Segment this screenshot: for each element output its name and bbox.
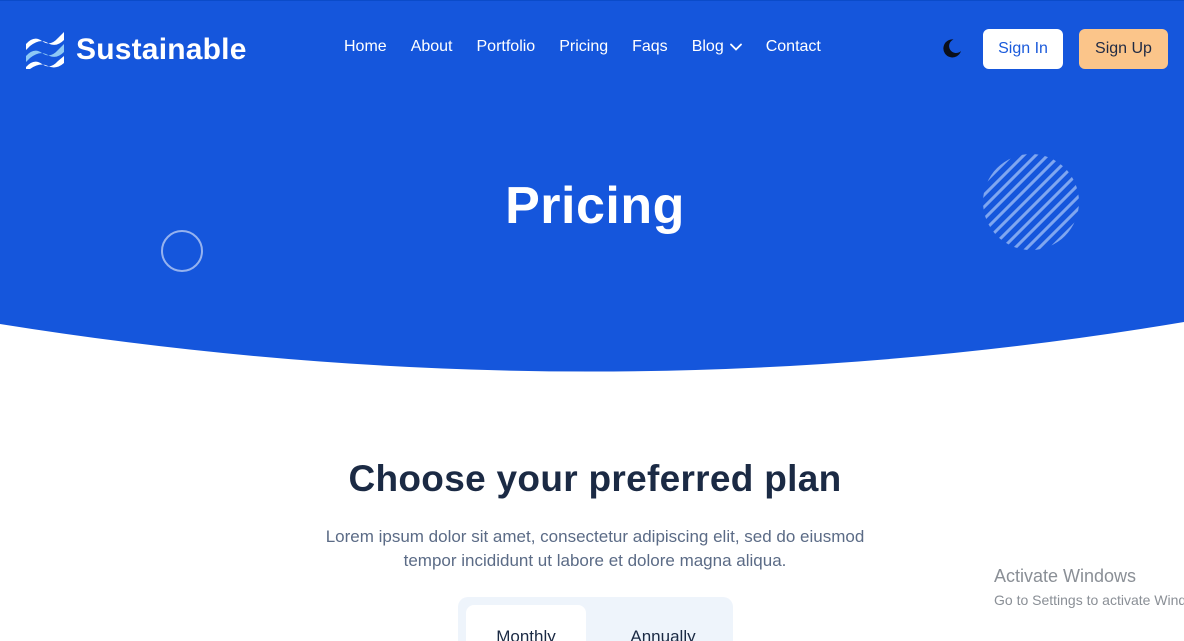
nav-portfolio[interactable]: Portfolio [477, 38, 536, 56]
navbar: Sustainable Home About Portfolio Pricing… [0, 0, 1184, 98]
nav-portfolio-label: Portfolio [476, 38, 536, 55]
stripes-logo-icon [26, 32, 64, 69]
plans-description: Lorem ipsum dolor sit amet, consectetur … [325, 527, 865, 570]
billing-toggle: Monthly Annually [458, 597, 733, 641]
nav-pricing[interactable]: Pricing [559, 38, 608, 56]
nav-blog-dropdown[interactable]: Blog [692, 38, 742, 56]
nav-about-label: About [410, 38, 453, 55]
plans-title: Choose your preferred plan [348, 458, 842, 499]
nav-faqs[interactable]: Faqs [632, 38, 668, 56]
main-nav: Home About Portfolio Pricing Faqs Blog C… [344, 38, 821, 56]
sign-up-button[interactable]: Sign Up [1079, 29, 1168, 69]
nav-faqs-label: Faqs [632, 38, 668, 55]
decorative-circle [161, 230, 203, 272]
chevron-down-icon [729, 43, 742, 51]
windows-activation-watermark: Activate Windows Go to Settings to activ… [994, 566, 1184, 608]
decorative-striped-circle [983, 154, 1079, 250]
nav-pricing-label: Pricing [559, 38, 609, 55]
nav-home-label: Home [344, 38, 387, 55]
logo-text: Sustainable [76, 33, 247, 66]
page: Sustainable Home About Portfolio Pricing… [0, 0, 1184, 641]
nav-about[interactable]: About [411, 38, 453, 56]
billing-monthly-tab[interactable]: Monthly [466, 605, 586, 641]
nav-contact[interactable]: Contact [766, 38, 821, 56]
nav-blog-label: Blog [691, 38, 724, 55]
watermark-title: Activate Windows [994, 566, 1137, 586]
nav-contact-label: Contact [765, 38, 821, 55]
watermark-subtitle: Go to Settings to activate Windows. [994, 592, 1184, 608]
moon-icon[interactable] [940, 37, 962, 59]
nav-home[interactable]: Home [344, 38, 387, 56]
logo[interactable]: Sustainable [24, 31, 247, 69]
billing-annually-tab[interactable]: Annually [598, 605, 728, 641]
sign-in-button[interactable]: Sign In [983, 29, 1063, 69]
